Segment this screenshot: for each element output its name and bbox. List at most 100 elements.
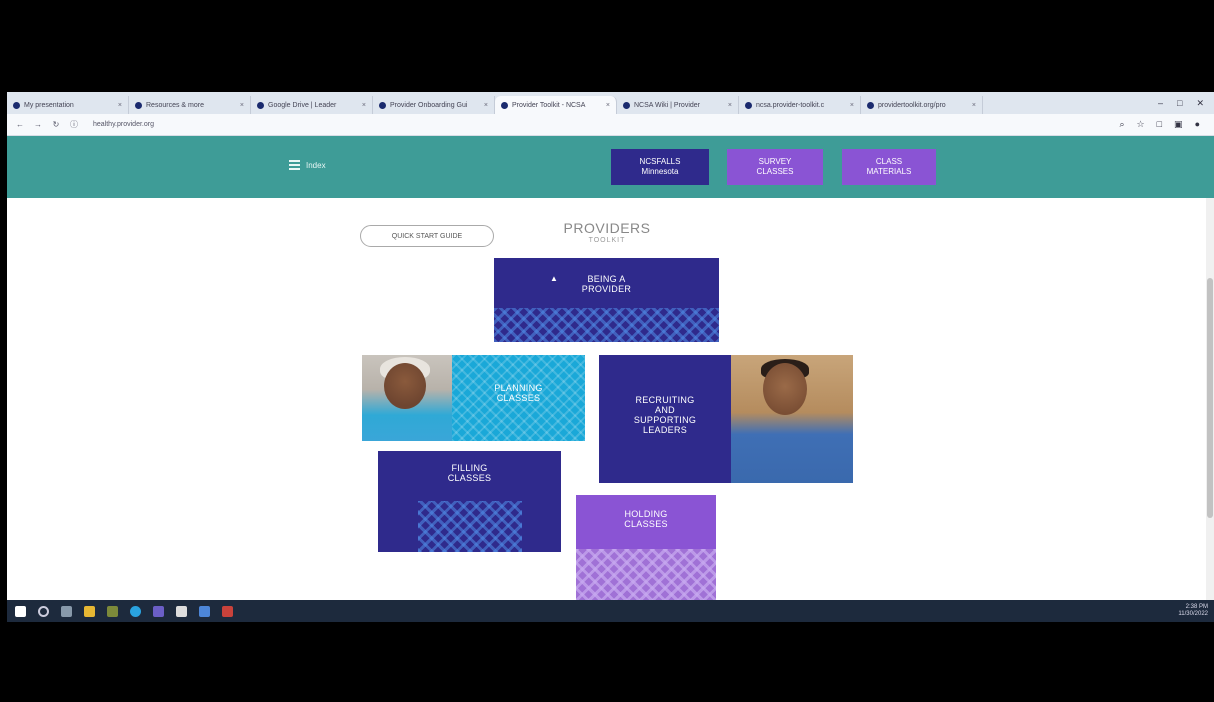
card-line: CLASSES (496, 393, 541, 403)
button-line: Minnesota (641, 167, 679, 176)
button-line: CLASSES (756, 167, 794, 176)
close-tab-icon[interactable]: × (972, 102, 976, 109)
card-line: RECRUITING (635, 395, 695, 405)
url-field[interactable]: healthy.provider.org (93, 121, 154, 128)
man-photo (731, 355, 853, 483)
tab-favicon-icon (257, 101, 264, 109)
teams-icon[interactable] (153, 605, 164, 617)
cursor-icon: ▲ (550, 274, 558, 283)
maximize-icon[interactable]: □ (1177, 98, 1182, 109)
photo-detail (384, 363, 426, 409)
forward-icon[interactable]: → (33, 120, 43, 129)
screen: My presentation × Resources & more × Googl… (7, 92, 1214, 622)
photo-detail (763, 363, 807, 415)
tab-favicon-icon (623, 101, 630, 109)
card-line: FILLING (451, 463, 488, 473)
filling-classes-card[interactable]: FILLING CLASSES (378, 451, 561, 552)
close-tab-icon[interactable]: × (118, 102, 122, 109)
card-line: CLASSES (447, 473, 492, 483)
zoom-icon[interactable]: ⌕ (1119, 119, 1124, 130)
page-title: PROVIDERS (563, 220, 651, 236)
tab-favicon-icon (379, 101, 386, 109)
close-window-icon[interactable]: ✕ (1196, 98, 1204, 109)
tab-label: ncsa.provider-toolkit.c (756, 101, 825, 109)
tab-favicon-icon (745, 101, 752, 109)
pattern-decoration (576, 549, 716, 603)
planning-classes-card[interactable]: PLANNING CLASSES (362, 355, 585, 441)
being-a-provider-card[interactable]: BEING A PROVIDER ▲ (494, 258, 719, 342)
browser-tab[interactable]: Provider Onboarding Gui × (373, 96, 495, 114)
scrollbar-thumb[interactable] (1207, 278, 1213, 518)
address-bar: ← → ↻ ⓘ healthy.provider.org ⌕ ☆ □ ▣ ● (7, 114, 1214, 136)
reload-icon[interactable]: ↻ (51, 120, 61, 129)
button-line: MATERIALS (866, 167, 912, 176)
taskbar: 2:38 PM 11/30/2022 (7, 600, 1214, 622)
index-menu-button[interactable]: Index (289, 160, 326, 170)
close-tab-icon[interactable]: × (362, 102, 366, 109)
task-view-icon[interactable] (61, 605, 72, 617)
tab-favicon-icon (501, 101, 508, 109)
hamburger-menu-icon (289, 160, 300, 170)
profile-avatar-icon[interactable]: ● (1195, 119, 1200, 130)
windows-start-icon[interactable] (15, 605, 26, 617)
recruiting-supporting-leaders-card[interactable]: RECRUITING AND SUPPORTING LEADERS (599, 355, 853, 483)
tab-label: Google Drive | Leader (268, 101, 337, 109)
browser-tab[interactable]: NCSA Wiki | Provider × (617, 96, 739, 114)
site-info-icon[interactable]: ⓘ (69, 119, 79, 130)
close-tab-icon[interactable]: × (240, 102, 244, 109)
browser-tab-strip: My presentation × Resources & more × Googl… (7, 92, 1214, 114)
extensions-icon[interactable]: □ (1157, 119, 1162, 130)
card-line: HOLDING (624, 509, 668, 519)
tab-favicon-icon (867, 101, 874, 109)
class-materials-button[interactable]: CLASS MATERIALS (842, 149, 936, 185)
close-tab-icon[interactable]: × (850, 102, 854, 109)
tab-label: Resources & more (146, 101, 204, 109)
app-icon[interactable] (107, 605, 118, 617)
holding-classes-card[interactable]: HOLDING CLASSES (576, 495, 716, 603)
browser-tab[interactable]: My presentation × (7, 96, 129, 114)
close-tab-icon[interactable]: × (484, 102, 488, 109)
card-line: BEING A (587, 274, 626, 284)
woman-photo (362, 355, 452, 441)
app-icon[interactable] (176, 605, 187, 617)
browser-toolbar-icons: ⌕ ☆ □ ▣ ● (1119, 119, 1214, 130)
browser-tab[interactable]: Resources & more × (129, 96, 251, 114)
tab-label: Provider Onboarding Gui (390, 101, 468, 109)
minimize-icon[interactable]: – (1158, 98, 1163, 109)
button-line: NCSFALLS (639, 157, 681, 166)
site-header: Index NCSFALLS Minnesota SURVEY CLASSES CL… (7, 136, 1214, 198)
browser-tab[interactable]: providertoolkit.org/pro × (861, 96, 983, 114)
clock-time: 2:38 PM (1185, 604, 1208, 610)
card-line: SUPPORTING (633, 415, 697, 425)
quick-start-guide-button[interactable]: QUICK START GUIDE (360, 225, 494, 247)
card-line: LEADERS (642, 425, 688, 435)
card-line: AND (655, 405, 675, 415)
close-tab-icon[interactable]: × (728, 102, 732, 109)
pattern-decoration (494, 308, 719, 342)
system-clock[interactable]: 2:38 PM 11/30/2022 (1178, 604, 1214, 618)
tab-label: My presentation (24, 101, 74, 109)
back-icon[interactable]: ← (15, 120, 25, 129)
bookmark-star-icon[interactable]: ☆ (1137, 119, 1145, 130)
ncsfalls-minnesota-button[interactable]: NCSFALLS Minnesota (611, 149, 709, 185)
search-icon[interactable] (38, 605, 49, 617)
app-icon[interactable] (222, 605, 233, 617)
tab-label: NCSA Wiki | Provider (634, 101, 700, 109)
app-icon[interactable] (199, 605, 210, 617)
card-line: PROVIDER (581, 284, 632, 294)
browser-tab-active[interactable]: Provider Toolkit - NCSA × (495, 96, 617, 114)
button-line: SURVEY (758, 157, 792, 166)
page-subtitle: TOOLKIT (588, 237, 626, 244)
tab-favicon-icon (135, 101, 142, 109)
index-menu-label: Index (306, 160, 326, 170)
page-scrollbar[interactable] (1206, 198, 1214, 622)
close-tab-icon[interactable]: × (606, 102, 610, 109)
browser-tab[interactable]: ncsa.provider-toolkit.c × (739, 96, 861, 114)
survey-classes-button[interactable]: SURVEY CLASSES (727, 149, 823, 185)
card-line: PLANNING (494, 383, 543, 393)
edge-icon[interactable] (130, 605, 141, 617)
card-label: FILLING CLASSES (378, 463, 561, 483)
sidebar-icon[interactable]: ▣ (1174, 119, 1183, 130)
file-explorer-icon[interactable] (84, 605, 95, 617)
browser-tab[interactable]: Google Drive | Leader × (251, 96, 373, 114)
